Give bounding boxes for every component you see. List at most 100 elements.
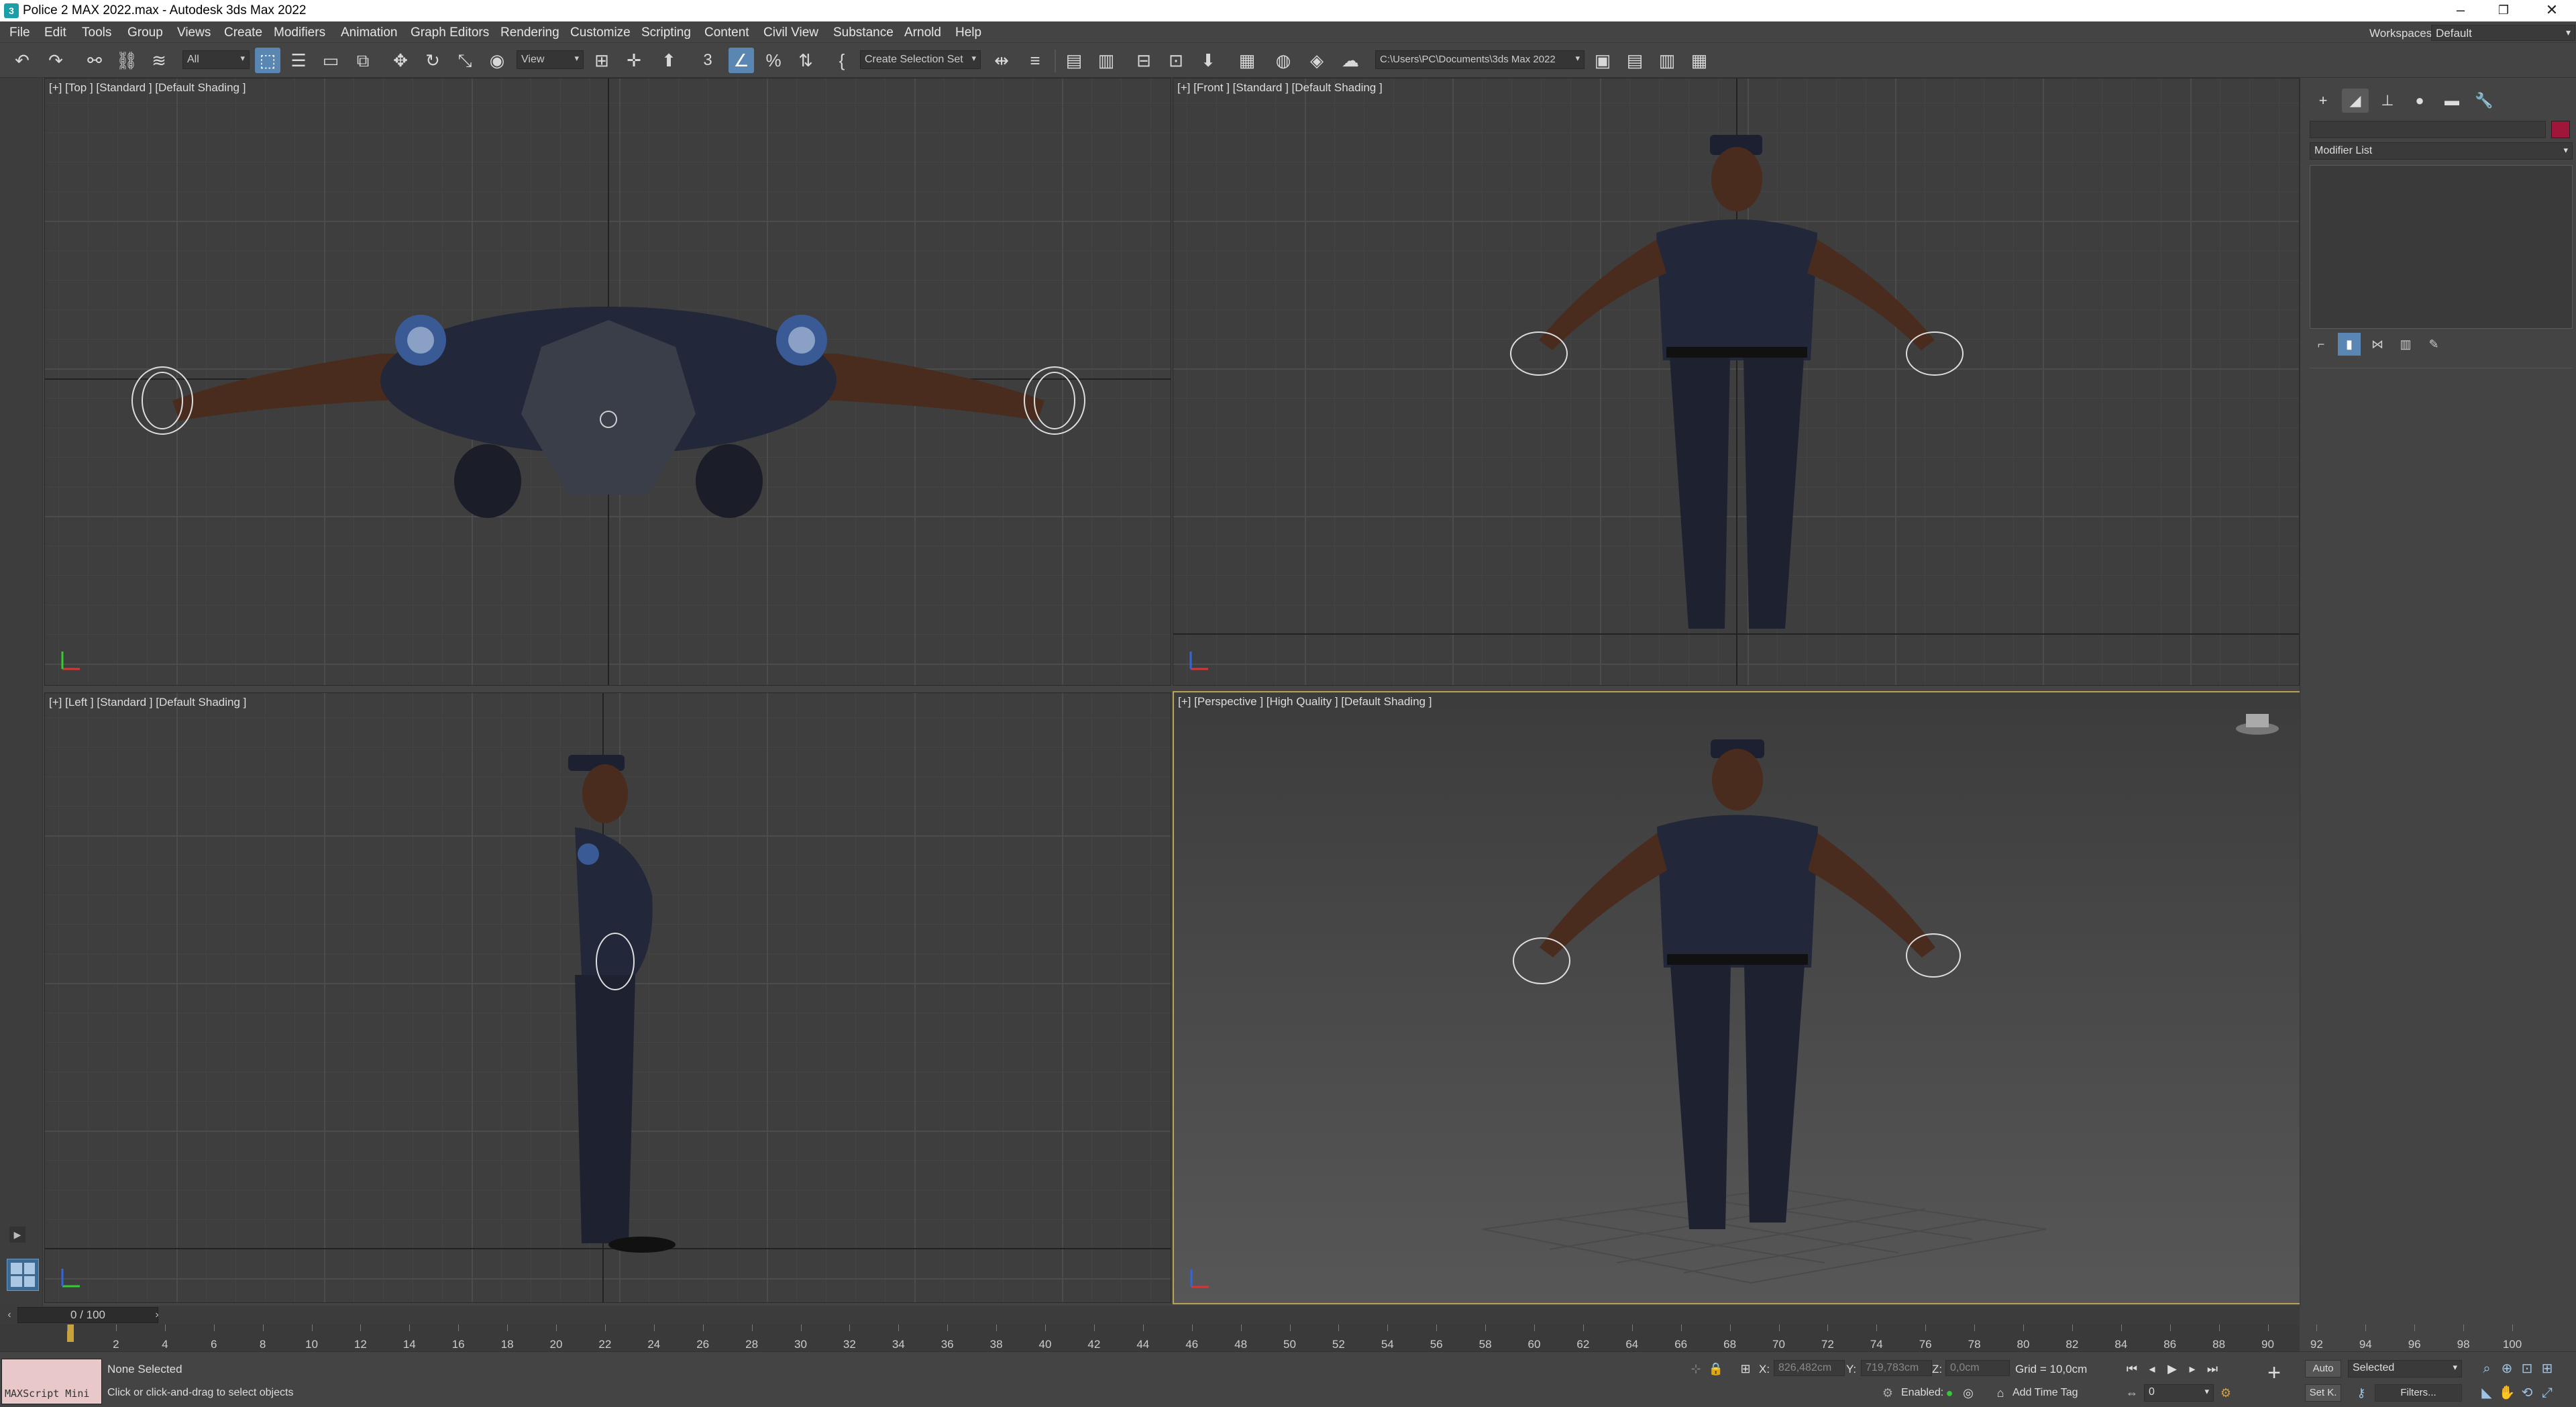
menu-animation[interactable]: Animation — [341, 25, 398, 40]
menu-civil-view[interactable]: Civil View — [763, 25, 818, 40]
modifier-stack[interactable] — [2310, 165, 2573, 329]
viewport-top[interactable]: [+] [Top ] [Standard ] [Default Shading … — [44, 78, 1171, 686]
open-folder-icon[interactable]: ▤ — [1622, 48, 1648, 73]
adaptive-degradation-icon[interactable]: ⚙ — [1878, 1384, 1897, 1402]
menu-content[interactable]: Content — [704, 25, 749, 40]
maxscript-listener[interactable]: MAXScript Mini — [1, 1359, 102, 1404]
key-mode-icon[interactable]: ⇔ — [2123, 1384, 2141, 1402]
rendered-frame-window-icon[interactable]: ◍ — [1271, 48, 1296, 73]
link-icon[interactable]: ⚯ — [82, 48, 107, 73]
render-setup-icon[interactable]: ▦ — [1234, 48, 1260, 73]
zoom-extents-icon[interactable]: ⊡ — [2517, 1359, 2537, 1379]
layer-explorer-icon[interactable]: ▤ — [1061, 48, 1087, 73]
display-tab-icon[interactable]: ▬ — [2438, 89, 2465, 113]
select-rotate-icon[interactable]: ↻ — [420, 48, 445, 73]
goto-end-icon[interactable]: ⏭ — [2203, 1360, 2222, 1377]
add-time-tag-icon[interactable]: ⌂ — [1991, 1384, 2010, 1402]
time-tag-icon[interactable]: ◎ — [1959, 1384, 1978, 1402]
enabled-dot-icon[interactable]: ● — [1940, 1384, 1959, 1402]
select-by-name-icon[interactable]: ☰ — [286, 48, 311, 73]
project-folder-icon[interactable]: ▣ — [1590, 48, 1615, 73]
render-production-icon[interactable]: ◈ — [1304, 48, 1330, 73]
render-in-cloud-icon[interactable]: ☁ — [1338, 48, 1363, 73]
viewport-label-left[interactable]: [+] [Left ] [Standard ] [Default Shading… — [49, 696, 246, 709]
track-bar[interactable]: 2 4 6 8 10 12 14 16 18 20 22 24 26 28 30 32 34 36 38 40 42 44… — [0, 1324, 2522, 1351]
menu-tools[interactable]: Tools — [82, 25, 111, 40]
set-key-button[interactable]: Set K. — [2305, 1384, 2341, 1402]
prev-frame-icon[interactable]: ◂ — [2143, 1360, 2161, 1377]
toggle-ribbon-icon[interactable]: ▥ — [1093, 48, 1119, 73]
key-filters-icon[interactable]: ⚷ — [2352, 1384, 2371, 1402]
viewport-label-front[interactable]: [+] [Front ] [Standard ] [Default Shadin… — [1177, 81, 1383, 95]
material-editor-icon[interactable]: ⬇ — [1195, 48, 1221, 73]
set-key-big-icon[interactable]: + — [2265, 1361, 2284, 1384]
zoom-extents-all-icon[interactable]: ⊞ — [2537, 1359, 2557, 1379]
modify-tab-icon[interactable]: ◢ — [2342, 89, 2369, 113]
absolute-mode-icon[interactable]: ⊞ — [1736, 1360, 1755, 1377]
remove-modifier-icon[interactable]: ▥ — [2394, 333, 2417, 356]
pan-view-icon[interactable]: ✋ — [2497, 1383, 2517, 1403]
play-icon[interactable]: ▶ — [2163, 1360, 2182, 1377]
select-scale-icon[interactable]: ⤡ — [452, 48, 478, 73]
menu-help[interactable]: Help — [955, 25, 981, 40]
maximize-viewport-icon[interactable]: ⤢ — [2537, 1383, 2557, 1403]
goto-start-icon[interactable]: ⏮ — [2123, 1360, 2141, 1377]
pin-stack-icon[interactable]: ⌐ — [2310, 333, 2332, 356]
lock-selection-icon[interactable]: 🔒 — [1707, 1360, 1725, 1377]
show-end-result-icon[interactable]: ▮ — [2338, 333, 2361, 356]
viewport-label-top[interactable]: [+] [Top ] [Standard ] [Default Shading … — [49, 81, 246, 95]
expand-arrow-icon[interactable]: ▶ — [9, 1227, 25, 1243]
menu-customize[interactable]: Customize — [570, 25, 631, 40]
menu-rendering[interactable]: Rendering — [500, 25, 559, 40]
modifier-list-dropdown[interactable]: Modifier List — [2310, 142, 2573, 160]
viewport-perspective[interactable]: [+] [Perspective ] [High Quality ] [Defa… — [1173, 691, 2301, 1304]
spinner-snap-icon[interactable]: ⇅ — [793, 48, 818, 73]
angle-snap-icon[interactable]: ∠ — [729, 48, 754, 73]
key-filter-dropdown[interactable]: Selected — [2348, 1360, 2462, 1377]
edit-named-selection-icon[interactable]: { — [829, 48, 855, 73]
ref-coord-dropdown[interactable]: View — [517, 50, 584, 69]
utilities-tab-icon[interactable]: 🔧 — [2471, 89, 2498, 113]
restore-button[interactable]: ❐ — [2485, 0, 2522, 21]
place-icon[interactable]: ◉ — [484, 48, 510, 73]
selection-filter-dropdown[interactable]: All — [182, 50, 250, 69]
menu-group[interactable]: Group — [127, 25, 163, 40]
zoom-icon[interactable]: ⌕ — [2477, 1359, 2497, 1379]
pivot-center-icon[interactable]: ⊞ — [589, 48, 614, 73]
rect-selection-icon[interactable]: ▭ — [318, 48, 343, 73]
select-move-icon[interactable]: ✥ — [388, 48, 413, 73]
time-slider[interactable]: ‹ 0 / 100 › — [0, 1306, 2300, 1324]
menu-graph-editors[interactable]: Graph Editors — [411, 25, 489, 40]
viewport-front[interactable]: [+] [Front ] [Standard ] [Default Shadin… — [1173, 78, 2300, 686]
set-project-icon[interactable]: ▦ — [1686, 48, 1712, 73]
menu-arnold[interactable]: Arnold — [904, 25, 941, 40]
z-coord-field[interactable]: 0,0cm — [1945, 1360, 2010, 1376]
menu-views[interactable]: Views — [177, 25, 211, 40]
named-selection-dropdown[interactable]: Create Selection Set — [860, 50, 981, 69]
percent-snap-icon[interactable]: % — [761, 48, 786, 73]
schematic-view-icon[interactable]: ⊡ — [1163, 48, 1189, 73]
viewport-left[interactable]: [+] [Left ] [Standard ] [Default Shading… — [44, 692, 1171, 1303]
next-frame-arrow-icon[interactable]: › — [150, 1308, 164, 1322]
time-slider-thumb[interactable]: 0 / 100 — [17, 1307, 158, 1323]
object-name-field[interactable] — [2310, 121, 2546, 138]
menu-file[interactable]: File — [9, 25, 30, 40]
project-path-dropdown[interactable]: C:\Users\PC\Documents\3ds Max 2022 — [1375, 50, 1585, 69]
redo-icon[interactable]: ↷ — [43, 48, 68, 73]
x-coord-field[interactable]: 826,482cm — [1774, 1360, 1845, 1376]
menu-substance[interactable]: Substance — [833, 25, 894, 40]
time-config-icon[interactable]: ⚙ — [2216, 1384, 2235, 1402]
viewcube-icon[interactable] — [2234, 710, 2281, 737]
motion-tab-icon[interactable]: ● — [2406, 89, 2433, 113]
window-crossing-icon[interactable]: ⧉ — [350, 48, 376, 73]
viewport-label-perspective[interactable]: [+] [Perspective ] [High Quality ] [Defa… — [1178, 695, 1432, 709]
keyboard-shortcut-icon[interactable]: ⬆ — [656, 48, 682, 73]
hierarchy-tab-icon[interactable]: ⊥ — [2374, 89, 2401, 113]
align-icon[interactable]: ≡ — [1022, 48, 1048, 73]
make-unique-icon[interactable]: ⋈ — [2366, 333, 2389, 356]
select-object-icon[interactable]: ⬚ — [255, 48, 280, 73]
add-time-tag[interactable]: Add Time Tag — [2012, 1387, 2078, 1399]
workspaces-dropdown[interactable]: Default — [2431, 25, 2575, 41]
recent-folder-icon[interactable]: ▥ — [1654, 48, 1680, 73]
orbit-icon[interactable]: ⟲ — [2517, 1383, 2537, 1403]
